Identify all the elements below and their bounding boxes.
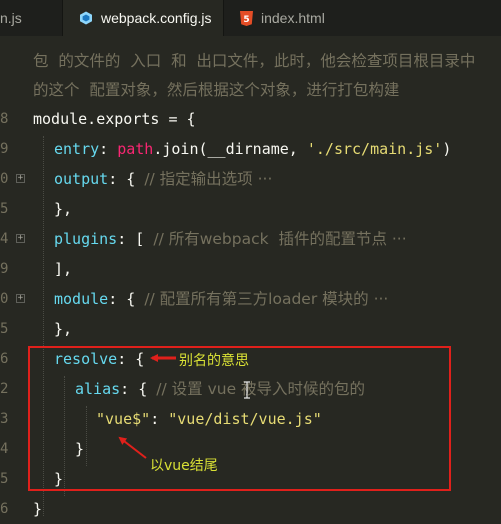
tab-main-js[interactable]: n.js [0, 0, 60, 36]
html5-icon: 5 [240, 10, 253, 26]
text-cursor-icon [244, 381, 250, 399]
code-editor[interactable]: 包 的文件的 入口 和 出口文件，此时，他会检查项目根目录中 的这个 配置对象，… [0, 36, 501, 521]
tab-webpack-config[interactable]: webpack.config.js [63, 0, 223, 36]
tab-bar: n.js webpack.config.js 5 index.html [0, 0, 501, 36]
tab-label: n.js [0, 10, 22, 26]
tab-label: webpack.config.js [101, 10, 212, 26]
tab-index-html[interactable]: 5 index.html [224, 0, 374, 36]
tab-label: index.html [261, 10, 325, 26]
webpack-cube-icon [79, 11, 93, 25]
html5-icon-label: 5 [243, 15, 249, 25]
annotation-arrows [118, 354, 176, 459]
arrow-to-vue-key [118, 436, 147, 459]
